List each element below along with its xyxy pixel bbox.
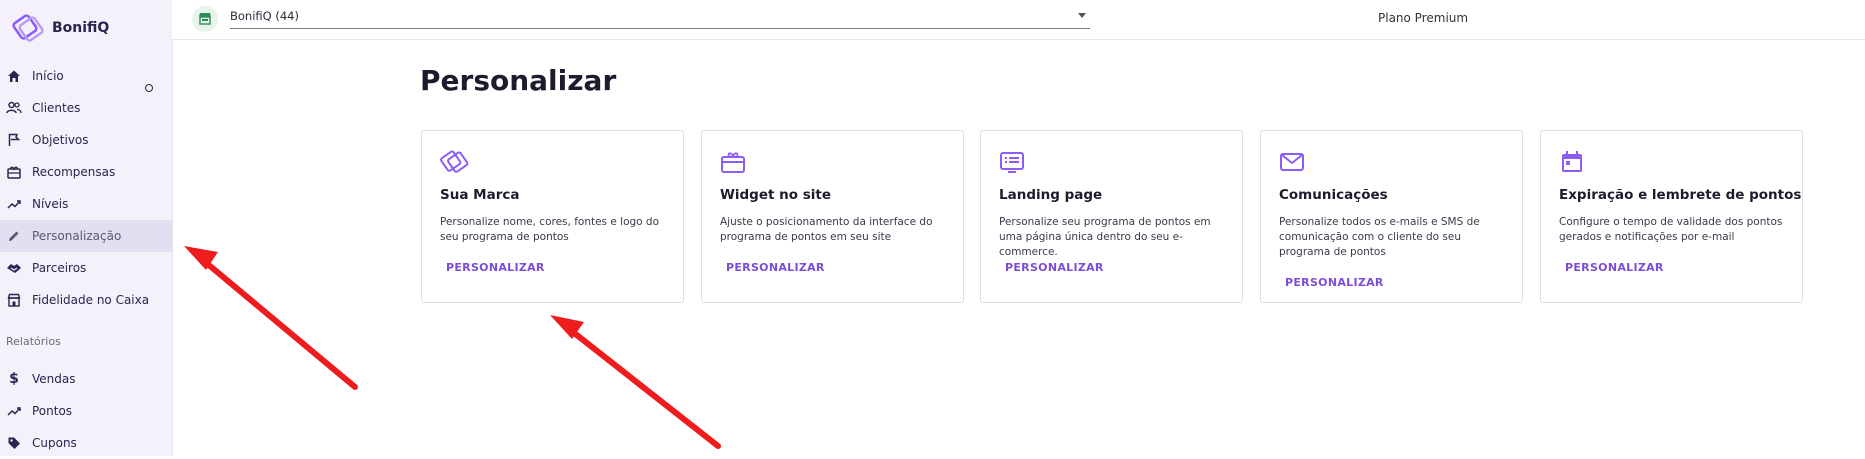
personalizar-button[interactable]: PERSONALIZAR bbox=[726, 261, 825, 274]
sidebar: BonifiQ Início Clientes Objetivos Recomp… bbox=[0, 0, 173, 456]
card-title: Comunicações bbox=[1279, 187, 1388, 203]
chevron-down-icon bbox=[1078, 13, 1086, 18]
personalizar-button[interactable]: PERSONALIZAR bbox=[1285, 276, 1384, 289]
pencil-icon bbox=[6, 228, 22, 244]
sidebar-item-label: Recompensas bbox=[32, 165, 116, 179]
trending-up-icon bbox=[6, 403, 22, 419]
sidebar-item-cupons[interactable]: Cupons bbox=[0, 427, 172, 459]
sidebar-item-recompensas[interactable]: Recompensas bbox=[0, 156, 172, 188]
sidebar-item-objetivos[interactable]: Objetivos bbox=[0, 124, 172, 156]
store-select-value: BonifiQ (44) bbox=[230, 9, 299, 23]
card-description: Personalize todos os e-mails e SMS de co… bbox=[1279, 216, 1480, 258]
card-title: Expiração e lembrete de pontos bbox=[1559, 187, 1802, 203]
widget-icon bbox=[720, 149, 746, 175]
flag-icon bbox=[6, 132, 22, 148]
card-description: Personalize nome, cores, fontes e logo d… bbox=[440, 216, 660, 243]
sidebar-item-label: Parceiros bbox=[32, 261, 87, 275]
plan-label: Plano Premium bbox=[1378, 11, 1469, 25]
card-description: Configure o tempo de validade dos pontos… bbox=[1559, 216, 1783, 243]
sidebar-item-label: Início bbox=[32, 69, 64, 83]
store-icon bbox=[6, 292, 22, 308]
store-select[interactable]: BonifiQ (44) bbox=[230, 4, 1090, 29]
sidebar-item-label: Vendas bbox=[32, 372, 76, 386]
sidebar-item-label: Níveis bbox=[32, 197, 69, 211]
personalizar-button[interactable]: PERSONALIZAR bbox=[1565, 261, 1664, 274]
sidebar-item-clientes[interactable]: Clientes bbox=[0, 92, 172, 124]
gift-icon bbox=[6, 164, 22, 180]
sidebar-item-parceiros[interactable]: Parceiros bbox=[0, 252, 172, 284]
sidebar-item-label: Personalização bbox=[32, 229, 122, 243]
mail-icon bbox=[1279, 149, 1305, 175]
reports-section-label: Relatórios bbox=[6, 335, 61, 348]
app-logo[interactable]: BonifiQ bbox=[10, 12, 109, 44]
card-title: Sua Marca bbox=[440, 187, 520, 203]
trending-up-icon bbox=[6, 196, 22, 212]
sidebar-item-vendas[interactable]: $ Vendas bbox=[0, 363, 172, 395]
card-description: Ajuste o posicionamento da interface do … bbox=[720, 216, 933, 243]
store-badge bbox=[192, 6, 218, 32]
brand-tag-icon bbox=[440, 149, 469, 175]
store-icon bbox=[198, 10, 212, 29]
handshake-icon bbox=[6, 260, 22, 276]
card-title: Widget no site bbox=[720, 187, 832, 203]
tag-icon bbox=[6, 435, 22, 451]
card-sua-marca: Sua Marca Personalize nome, cores, fonte… bbox=[421, 130, 684, 303]
card-title: Landing page bbox=[999, 187, 1103, 203]
calendar-icon bbox=[1559, 149, 1585, 175]
personalizar-button[interactable]: PERSONALIZAR bbox=[446, 261, 545, 274]
sidebar-item-label: Pontos bbox=[32, 404, 73, 418]
dollar-icon: $ bbox=[9, 371, 19, 387]
sidebar-item-label: Fidelidade no Caixa bbox=[32, 293, 150, 307]
card-widget-no-site: Widget no site Ajuste o posicionamento d… bbox=[701, 130, 964, 303]
home-icon bbox=[6, 68, 22, 84]
card-comunicacoes: Comunicações Personalize todos os e-mail… bbox=[1260, 130, 1523, 303]
card-expiracao-lembrete: Expiração e lembrete de pontos Configure… bbox=[1540, 130, 1803, 303]
sidebar-item-label: Clientes bbox=[32, 101, 81, 115]
landing-page-icon bbox=[999, 149, 1025, 175]
page-title: Personalizar bbox=[420, 64, 617, 97]
personalizar-button[interactable]: PERSONALIZAR bbox=[1005, 261, 1104, 274]
card-landing-page: Landing page Personalize seu programa de… bbox=[980, 130, 1243, 303]
bonifiq-logo-icon bbox=[12, 14, 44, 42]
sidebar-item-label: Objetivos bbox=[32, 133, 89, 147]
sidebar-item-label: Cupons bbox=[32, 436, 77, 450]
annotation-arrow-sidebar bbox=[184, 246, 358, 390]
card-description: Personalize seu programa de pontos em um… bbox=[999, 216, 1211, 258]
annotation-arrow-card bbox=[550, 315, 721, 449]
sidebar-item-niveis[interactable]: Níveis bbox=[0, 188, 172, 220]
sidebar-item-fidelidade-no-caixa[interactable]: Fidelidade no Caixa bbox=[0, 284, 172, 316]
logo-text: BonifiQ bbox=[52, 20, 110, 36]
sidebar-item-personalizacao[interactable]: Personalização bbox=[0, 220, 172, 252]
sidebar-item-inicio[interactable]: Início bbox=[0, 60, 172, 92]
sidebar-item-pontos[interactable]: Pontos bbox=[0, 395, 172, 427]
users-icon bbox=[6, 100, 22, 116]
top-bar: BonifiQ (44) Plano Premium bbox=[172, 0, 1865, 40]
